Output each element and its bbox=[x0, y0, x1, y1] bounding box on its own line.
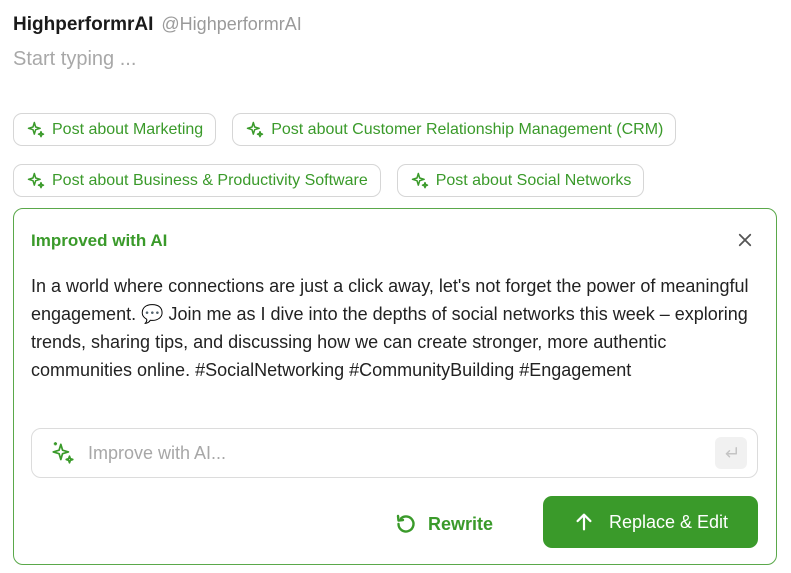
suggestion-chips: Post about Marketing Post about Customer… bbox=[13, 113, 783, 215]
suggestion-chip-crm[interactable]: Post about Customer Relationship Managem… bbox=[232, 113, 677, 146]
sparkles-icon bbox=[27, 121, 45, 137]
chip-label: Post about Customer Relationship Managem… bbox=[271, 120, 664, 138]
rewrite-label: Rewrite bbox=[428, 513, 494, 534]
chip-label: Post about Business & Productivity Softw… bbox=[52, 171, 368, 189]
improved-post-text: In a world where connections are just a … bbox=[31, 276, 749, 380]
close-icon bbox=[738, 233, 752, 247]
suggestion-chip-social-networks[interactable]: Post about Social Networks bbox=[396, 164, 645, 197]
sparkles-icon bbox=[27, 172, 45, 188]
suggestion-chip-marketing[interactable]: Post about Marketing bbox=[13, 113, 217, 146]
sparkles-icon bbox=[52, 442, 74, 464]
suggestion-chip-business-software[interactable]: Post about Business & Productivity Softw… bbox=[13, 164, 381, 197]
account-header: HighperformrAI @HighperformrAI bbox=[13, 14, 302, 36]
improve-with-ai-input[interactable] bbox=[88, 442, 715, 464]
rewrite-button[interactable]: Rewrite bbox=[394, 506, 493, 542]
submit-improve-button[interactable] bbox=[715, 437, 747, 469]
chip-row: Post about Marketing Post about Customer… bbox=[13, 113, 783, 146]
sparkles-icon bbox=[246, 121, 264, 137]
ai-improved-panel: Improved with AI In a world where connec… bbox=[13, 208, 777, 565]
composer-input[interactable]: Start typing ... bbox=[13, 48, 136, 71]
replace-label: Replace & Edit bbox=[608, 511, 729, 532]
account-handle: @HighperformrAI bbox=[161, 14, 302, 34]
enter-icon bbox=[725, 447, 737, 458]
sparkles-icon bbox=[411, 172, 428, 188]
improve-with-ai-box bbox=[31, 428, 758, 478]
arrow-up-icon bbox=[576, 513, 592, 531]
panel-title: Improved with AI bbox=[31, 231, 168, 250]
replace-and-edit-button[interactable]: Replace & Edit bbox=[543, 496, 758, 548]
rewrite-icon bbox=[396, 514, 415, 533]
account-name: HighperformrAI bbox=[13, 14, 154, 35]
chip-label: Post about Social Networks bbox=[435, 171, 632, 189]
close-button[interactable] bbox=[734, 229, 756, 251]
chip-label: Post about Marketing bbox=[52, 120, 204, 138]
chip-row: Post about Business & Productivity Softw… bbox=[13, 164, 783, 197]
